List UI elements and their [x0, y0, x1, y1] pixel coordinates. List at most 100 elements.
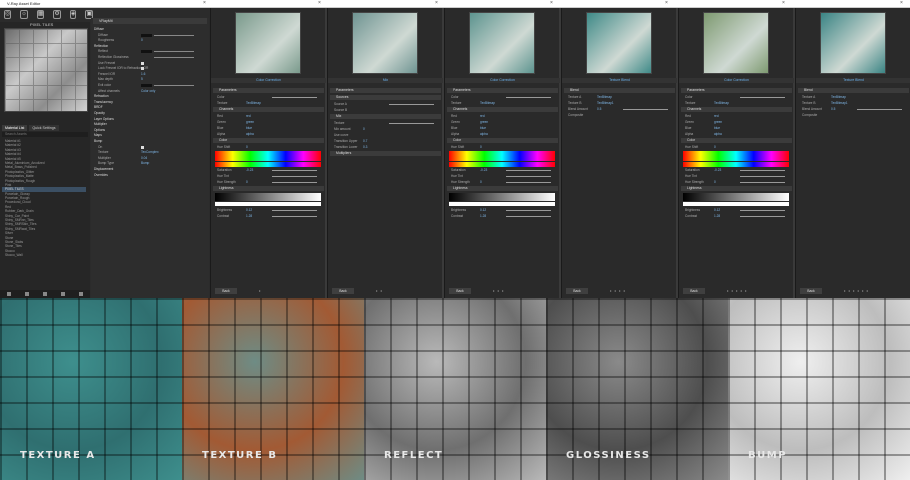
section-header[interactable]: Parameters	[681, 88, 792, 93]
param-value[interactable]: 1.28	[714, 214, 720, 219]
property-value[interactable]: 0	[141, 38, 143, 43]
param-value[interactable]: TexBitmap	[246, 101, 261, 106]
param-value[interactable]: 0	[480, 145, 482, 150]
property-row[interactable]: Reflect	[94, 49, 206, 54]
param-row[interactable]: Blue blue	[451, 126, 556, 131]
param-row[interactable]: Green green	[685, 120, 790, 125]
param-slider[interactable]	[857, 109, 902, 110]
lightness-bar[interactable]	[449, 202, 555, 206]
param-value[interactable]: alpha	[480, 132, 488, 137]
param-row[interactable]: Texture B TexBitmap1	[568, 101, 673, 106]
section-header[interactable]: Blend	[798, 88, 909, 93]
param-value[interactable]: 0	[480, 180, 482, 185]
checkbox[interactable]	[141, 145, 144, 149]
param-value[interactable]: 0.12	[480, 208, 486, 213]
param-row[interactable]: Source A	[334, 102, 439, 107]
param-row[interactable]: Blend Amount 0.5	[568, 107, 673, 112]
param-value[interactable]: 0.5	[831, 107, 835, 112]
param-value[interactable]: TexBitmap	[597, 95, 612, 100]
param-slider[interactable]	[740, 210, 785, 211]
hue-gradient[interactable]	[449, 151, 555, 161]
param-row[interactable]: Hue Shift 0	[451, 145, 556, 150]
property-row[interactable]: Roughness 0	[94, 38, 206, 43]
param-row[interactable]: Red red	[217, 114, 322, 119]
section-header[interactable]: Parameters	[330, 88, 441, 93]
section-header[interactable]: Channels	[681, 107, 792, 112]
hue-gradient[interactable]	[683, 162, 789, 167]
texture-thumbnail[interactable]	[469, 12, 535, 74]
color-swatch[interactable]	[141, 33, 152, 37]
param-slider[interactable]	[740, 182, 785, 183]
property-value[interactable]: 5	[141, 77, 143, 82]
param-slider[interactable]	[506, 170, 551, 171]
section-header[interactable]: Color	[447, 138, 558, 143]
section-header[interactable]: Lightness	[213, 186, 324, 191]
material-preview[interactable]	[4, 28, 88, 112]
texture-thumbnail[interactable]	[703, 12, 769, 74]
render-icon[interactable]: ◈	[69, 10, 77, 19]
property-row[interactable]: Exit color	[94, 83, 206, 88]
param-row[interactable]: Texture	[334, 121, 439, 126]
param-slider[interactable]	[272, 97, 317, 98]
param-row[interactable]: Hue Strength 0	[685, 180, 790, 185]
param-value[interactable]: 0.7	[363, 139, 367, 144]
param-row[interactable]: Texture B TexBitmap1	[802, 101, 907, 106]
param-row[interactable]: Mix amount 0	[334, 127, 439, 132]
section-header[interactable]: Parameters	[213, 88, 324, 93]
param-row[interactable]: Saturation -0.23	[685, 168, 790, 173]
texture-icon[interactable]: ▦	[36, 10, 45, 19]
param-row[interactable]: Color	[451, 95, 556, 100]
folder-icon[interactable]	[25, 292, 29, 296]
param-row[interactable]: Hue Strength 0	[217, 180, 322, 185]
param-slider[interactable]	[272, 182, 317, 183]
param-row[interactable]: Color	[217, 95, 322, 100]
param-value[interactable]: 0.3	[363, 145, 367, 150]
property-value[interactable]: Color only	[141, 89, 155, 94]
param-slider[interactable]	[740, 97, 785, 98]
value-slider[interactable]	[154, 57, 194, 58]
hue-gradient[interactable]	[449, 162, 555, 167]
param-row[interactable]: Hue Tint	[217, 174, 322, 179]
section-header[interactable]: Channels	[213, 107, 324, 112]
param-value[interactable]: 0	[714, 180, 716, 185]
param-value[interactable]: alpha	[714, 132, 722, 137]
param-row[interactable]: Composite	[568, 113, 673, 118]
param-row[interactable]: Texture TexBitmap	[685, 101, 790, 106]
property-row[interactable]: Multiplier 0.04	[94, 156, 206, 161]
texture-thumbnail[interactable]	[586, 12, 652, 74]
tab-quick-settings[interactable]: Quick Settings	[29, 125, 59, 131]
texture-thumbnail[interactable]	[352, 12, 418, 74]
param-value[interactable]: -0.23	[714, 168, 721, 173]
property-row[interactable]: Max depth 5	[94, 77, 206, 82]
search-input[interactable]: Search Assets	[2, 132, 88, 137]
param-row[interactable]: Texture TexBitmap	[451, 101, 556, 106]
property-value[interactable]: 0.04	[141, 156, 147, 161]
param-row[interactable]: Hue Shift 0	[685, 145, 790, 150]
property-row[interactable]: Fresnel IOR 1.6	[94, 72, 206, 77]
close-icon[interactable]: ×	[435, 0, 438, 6]
param-row[interactable]: Texture A TexBitmap	[802, 95, 907, 100]
param-row[interactable]: Alpha alpha	[451, 132, 556, 137]
section-header[interactable]: Color	[213, 138, 324, 143]
section-header[interactable]: Mix	[330, 114, 441, 119]
param-row[interactable]: Green green	[451, 120, 556, 125]
param-value[interactable]: -0.23	[246, 168, 253, 173]
section-header[interactable]: Multipliers	[330, 151, 441, 156]
param-value[interactable]: TexBitmap	[480, 101, 495, 106]
menu-icon[interactable]	[79, 292, 83, 296]
light-icon[interactable]: ☼	[20, 10, 28, 19]
param-row[interactable]: Transition Lower 0.3	[334, 145, 439, 150]
add-icon[interactable]	[7, 292, 11, 296]
lightness-gradient[interactable]	[449, 193, 555, 201]
save-icon[interactable]	[43, 292, 47, 296]
property-row[interactable]: Use Fresnel	[94, 61, 206, 66]
param-row[interactable]: Saturation -0.23	[451, 168, 556, 173]
param-value[interactable]: green	[714, 120, 722, 125]
param-value[interactable]: TexBitmap1	[831, 101, 848, 106]
close-icon[interactable]: ×	[318, 0, 321, 6]
param-row[interactable]: Contrast 1.28	[451, 214, 556, 219]
param-slider[interactable]	[272, 176, 317, 177]
param-slider[interactable]	[272, 170, 317, 171]
property-row[interactable]: Reflection Glossiness	[94, 55, 206, 60]
param-row[interactable]: Texture A TexBitmap	[568, 95, 673, 100]
